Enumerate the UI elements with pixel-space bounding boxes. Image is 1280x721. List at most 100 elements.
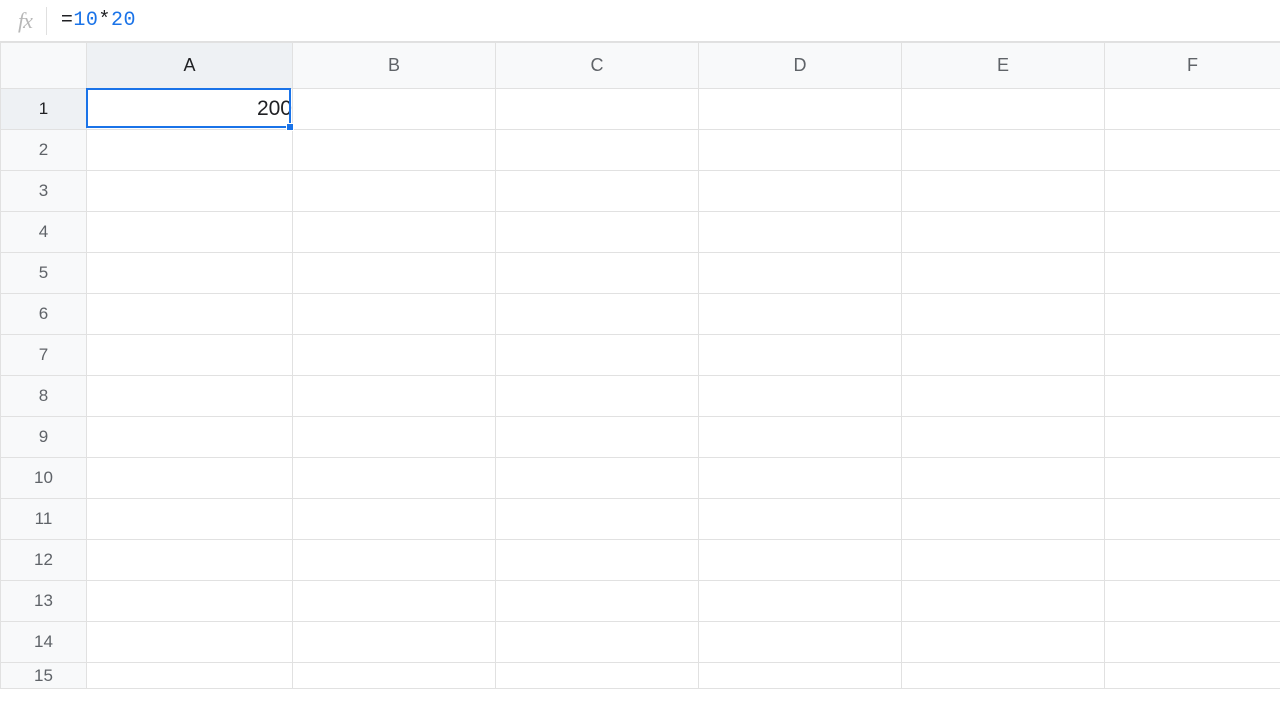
cell-C9[interactable] (496, 417, 699, 458)
formula-input[interactable]: =10*20 (61, 0, 1280, 41)
cell-A1[interactable]: 200 (87, 89, 293, 130)
cell-E4[interactable] (902, 212, 1105, 253)
cell-F3[interactable] (1105, 171, 1280, 212)
cell-C5[interactable] (496, 253, 699, 294)
cell-D13[interactable] (699, 581, 902, 622)
cell-F2[interactable] (1105, 130, 1280, 171)
cell-A4[interactable] (87, 212, 293, 253)
cell-C1[interactable] (496, 89, 699, 130)
cell-F10[interactable] (1105, 458, 1280, 499)
cell-D5[interactable] (699, 253, 902, 294)
cell-E14[interactable] (902, 622, 1105, 663)
cell-D12[interactable] (699, 540, 902, 581)
col-header-E[interactable]: E (902, 43, 1105, 89)
cell-E9[interactable] (902, 417, 1105, 458)
cell-A6[interactable] (87, 294, 293, 335)
col-header-C[interactable]: C (496, 43, 699, 89)
cell-E12[interactable] (902, 540, 1105, 581)
cell-E11[interactable] (902, 499, 1105, 540)
cell-C7[interactable] (496, 335, 699, 376)
cell-D10[interactable] (699, 458, 902, 499)
cell-B13[interactable] (293, 581, 496, 622)
row-header-12[interactable]: 12 (1, 540, 87, 581)
cell-D11[interactable] (699, 499, 902, 540)
cell-D4[interactable] (699, 212, 902, 253)
cell-F12[interactable] (1105, 540, 1280, 581)
cell-A2[interactable] (87, 130, 293, 171)
row-header-14[interactable]: 14 (1, 622, 87, 663)
cell-C15[interactable] (496, 663, 699, 689)
spreadsheet-grid[interactable]: A B C D E F 120023456789101112131415 (0, 42, 1280, 689)
cell-B11[interactable] (293, 499, 496, 540)
row-header-4[interactable]: 4 (1, 212, 87, 253)
row-header-5[interactable]: 5 (1, 253, 87, 294)
cell-B3[interactable] (293, 171, 496, 212)
cell-D9[interactable] (699, 417, 902, 458)
cell-B8[interactable] (293, 376, 496, 417)
row-header-15[interactable]: 15 (1, 663, 87, 689)
cell-D7[interactable] (699, 335, 902, 376)
cell-C4[interactable] (496, 212, 699, 253)
cell-F4[interactable] (1105, 212, 1280, 253)
row-header-6[interactable]: 6 (1, 294, 87, 335)
cell-E15[interactable] (902, 663, 1105, 689)
cell-E10[interactable] (902, 458, 1105, 499)
cell-A7[interactable] (87, 335, 293, 376)
cell-A5[interactable] (87, 253, 293, 294)
cell-B4[interactable] (293, 212, 496, 253)
cell-B1[interactable] (293, 89, 496, 130)
cell-C12[interactable] (496, 540, 699, 581)
cell-E8[interactable] (902, 376, 1105, 417)
cell-E1[interactable] (902, 89, 1105, 130)
cell-E6[interactable] (902, 294, 1105, 335)
cell-A12[interactable] (87, 540, 293, 581)
cell-B6[interactable] (293, 294, 496, 335)
cell-D1[interactable] (699, 89, 902, 130)
cell-F14[interactable] (1105, 622, 1280, 663)
cell-F6[interactable] (1105, 294, 1280, 335)
row-header-8[interactable]: 8 (1, 376, 87, 417)
cell-D14[interactable] (699, 622, 902, 663)
cell-D8[interactable] (699, 376, 902, 417)
cell-B14[interactable] (293, 622, 496, 663)
col-header-F[interactable]: F (1105, 43, 1280, 89)
cell-E13[interactable] (902, 581, 1105, 622)
cell-B9[interactable] (293, 417, 496, 458)
cell-F7[interactable] (1105, 335, 1280, 376)
cell-D6[interactable] (699, 294, 902, 335)
cell-A8[interactable] (87, 376, 293, 417)
row-header-1[interactable]: 1 (1, 89, 87, 130)
row-header-3[interactable]: 3 (1, 171, 87, 212)
cell-D2[interactable] (699, 130, 902, 171)
cell-B12[interactable] (293, 540, 496, 581)
row-header-2[interactable]: 2 (1, 130, 87, 171)
cell-E3[interactable] (902, 171, 1105, 212)
cell-C3[interactable] (496, 171, 699, 212)
col-header-B[interactable]: B (293, 43, 496, 89)
cell-F1[interactable] (1105, 89, 1280, 130)
cell-A13[interactable] (87, 581, 293, 622)
cell-A9[interactable] (87, 417, 293, 458)
cell-D3[interactable] (699, 171, 902, 212)
cell-C11[interactable] (496, 499, 699, 540)
cell-E7[interactable] (902, 335, 1105, 376)
cell-F15[interactable] (1105, 663, 1280, 689)
cell-F11[interactable] (1105, 499, 1280, 540)
cell-B5[interactable] (293, 253, 496, 294)
cell-B7[interactable] (293, 335, 496, 376)
cell-B15[interactable] (293, 663, 496, 689)
cell-C10[interactable] (496, 458, 699, 499)
row-header-9[interactable]: 9 (1, 417, 87, 458)
select-all-corner[interactable] (1, 43, 87, 89)
row-header-13[interactable]: 13 (1, 581, 87, 622)
row-header-7[interactable]: 7 (1, 335, 87, 376)
col-header-D[interactable]: D (699, 43, 902, 89)
cell-E2[interactable] (902, 130, 1105, 171)
cell-A14[interactable] (87, 622, 293, 663)
cell-B10[interactable] (293, 458, 496, 499)
cell-C13[interactable] (496, 581, 699, 622)
cell-E5[interactable] (902, 253, 1105, 294)
cell-A15[interactable] (87, 663, 293, 689)
cell-A3[interactable] (87, 171, 293, 212)
col-header-A[interactable]: A (87, 43, 293, 89)
